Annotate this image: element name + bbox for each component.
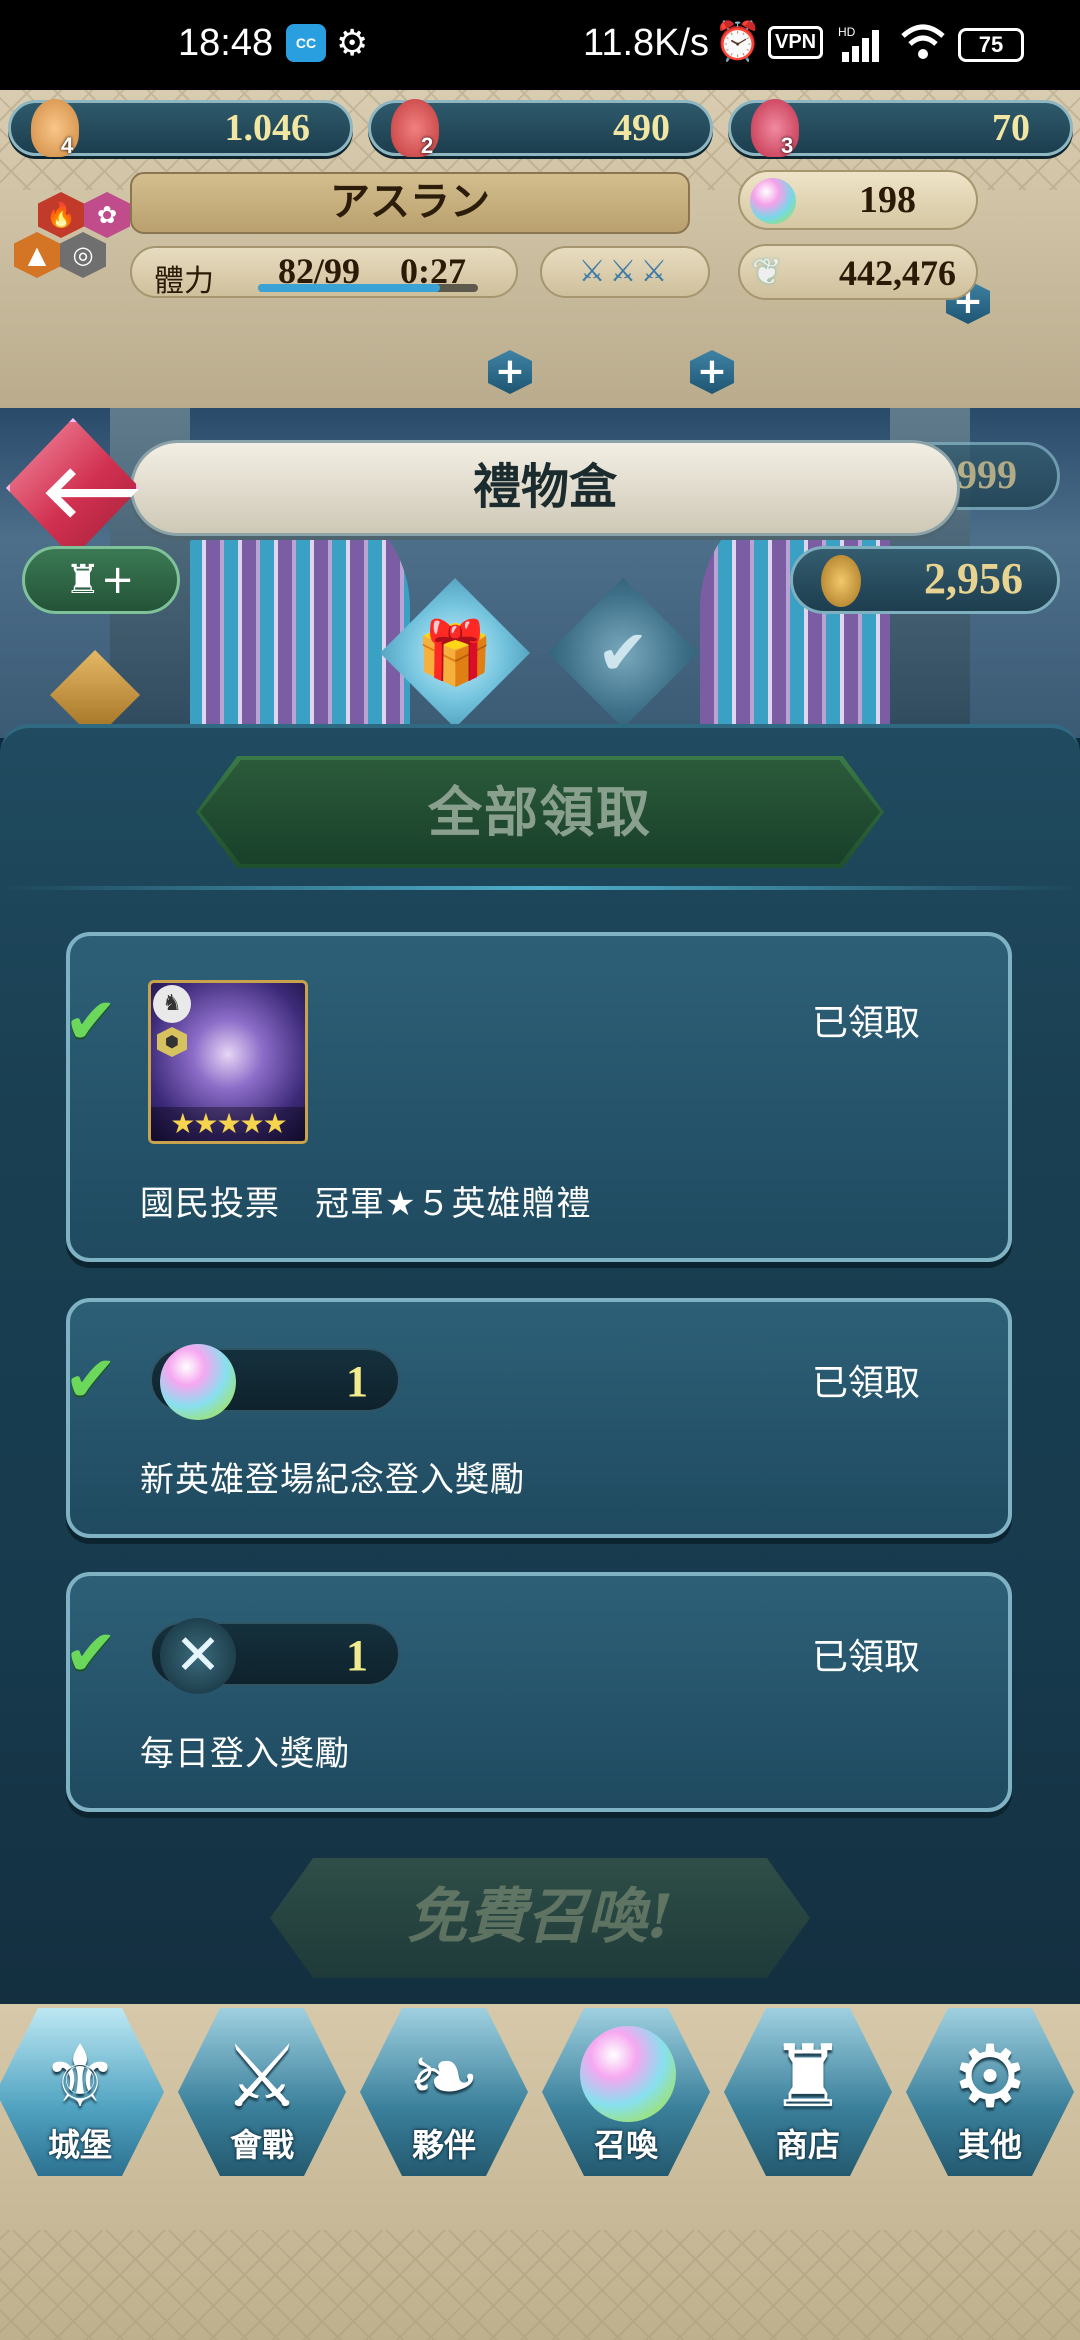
nav-castle[interactable]: ⚜ 城堡 <box>0 2008 164 2176</box>
player-name[interactable]: アスラン <box>130 172 690 234</box>
wings-icon: ❧ <box>407 2027 481 2127</box>
gift-description: 新英雄登場紀念登入獎勵 <box>140 1460 525 1500</box>
cavalry-icon: ♞ <box>153 985 191 1023</box>
nav-allies[interactable]: ❧ 夥伴 <box>360 2008 528 2176</box>
currency-value: 1.046 <box>224 107 311 149</box>
dueling-sword-icon: ✕ <box>160 1618 236 1694</box>
vpn-icon: VPN <box>768 26 824 59</box>
castle-plus-icon: ♜+ <box>65 557 135 603</box>
gift-description: 每日登入獎勵 <box>140 1734 350 1774</box>
claim-status: 已領取 <box>811 1003 920 1044</box>
alarm-icon: ⏰ <box>714 21 762 63</box>
app-notification-icon: CC <box>286 24 326 62</box>
claim-all-button[interactable]: 全部領取 <box>200 760 880 864</box>
nav-label: 其他 <box>957 2126 1022 2164</box>
medal-count: 2,956 <box>924 554 1023 603</box>
status-bar: 18:48 CC ⚙ 11.8K/s ⏰ VPN HD 75 <box>0 0 1080 90</box>
orb-counter: 198 <box>738 170 978 230</box>
reward-pill: 1 <box>150 1344 400 1420</box>
element-icons: 🔥 ✿ ▲ ◎ <box>14 192 136 292</box>
feather-count: 442,476 <box>839 253 956 293</box>
claim-status: 已領取 <box>811 1363 920 1404</box>
orb-icon <box>580 2026 676 2122</box>
currency-badge: 2 <box>421 133 434 158</box>
nav-misc[interactable]: ⚙ 其他 <box>906 2008 1074 2176</box>
crossed-swords-icon: ⚔ <box>223 2027 301 2127</box>
rarity-stars: ★★★★★ <box>151 1107 305 1141</box>
stamina-fill <box>258 284 441 292</box>
nav-shop[interactable]: ♜ 商店 <box>724 2008 892 2176</box>
currency-value: 490 <box>613 107 670 149</box>
reward-quantity: 1 <box>346 1357 368 1406</box>
feather-icon: ❦ <box>752 252 783 293</box>
hero-feather-counter: 2,956 <box>790 546 1060 614</box>
stamina-label: 體力 <box>154 264 214 299</box>
fire-element-icon: 🔥 <box>38 192 84 238</box>
battery-icon: 75 <box>958 28 1024 62</box>
medal-icon <box>821 555 861 607</box>
nav-label: 城堡 <box>47 2126 112 2164</box>
currency-pill-2[interactable]: 2 490 <box>368 99 713 158</box>
network-speed: 11.8K/s <box>583 22 710 64</box>
nav-label: 召喚 <box>593 2126 658 2164</box>
neutral-element-icon: ◎ <box>60 232 106 278</box>
settings-notification-icon: ⚙ <box>336 22 369 63</box>
checkmark-icon: ✔ <box>64 1617 118 1691</box>
castle-emblem-icon: ⚜ <box>41 2027 119 2127</box>
orb-count: 198 <box>859 179 916 221</box>
gift-card[interactable]: ✔ ✕ 1 已領取 每日登入獎勵 <box>64 1572 1012 1812</box>
currency-pill-1[interactable]: 4 1.046 <box>8 99 353 158</box>
dueling-swords-meter: ⚔⚔⚔ <box>540 246 710 298</box>
free-summon-label: 免費召喚! <box>406 1882 674 1952</box>
nav-label: 商店 <box>775 2126 840 2164</box>
back-arrow-icon: 🡐 <box>40 449 234 533</box>
dueling-sword-icon: ⚔⚔⚔ <box>578 254 672 289</box>
status-time: 18:48 <box>178 22 274 64</box>
currency-badge: 3 <box>781 133 794 158</box>
checkmark-icon: ✔ <box>64 1343 118 1417</box>
stamina-bar <box>258 284 478 292</box>
network-type: HD <box>838 25 856 39</box>
gift-box-icon: 🎁 <box>416 616 494 689</box>
gift-description: 國民投票 冠軍★５英雄贈禮 <box>140 1184 592 1224</box>
panel-divider <box>0 886 1080 890</box>
page-title: 禮物盒 <box>130 440 960 536</box>
nav-battle[interactable]: ⚔ 會戰 <box>178 2008 346 2176</box>
reward-pill: ✕ 1 <box>150 1618 400 1694</box>
nav-label: 夥伴 <box>411 2126 476 2164</box>
orb-icon <box>750 178 796 224</box>
currency-badge: 4 <box>61 133 74 158</box>
castle-level-button[interactable]: ♜+ <box>22 546 180 614</box>
currency-value: 70 <box>992 107 1030 149</box>
shop-castle-icon: ♜ <box>769 2027 847 2127</box>
signal-icon: HD <box>838 25 879 62</box>
claim-status: 已領取 <box>811 1637 920 1678</box>
nav-label: 會戰 <box>229 2126 294 2164</box>
reward-quantity: 1 <box>346 1631 368 1680</box>
currency-pill-3[interactable]: 3 70 <box>728 99 1073 158</box>
stamina-meter: 體力 82/99 0:27 <box>130 246 518 299</box>
nav-summon[interactable]: 召喚 <box>542 2008 710 2176</box>
gift-card[interactable]: ✔ ♞ ⬢ ★★★★★ 已領取 國民投票 冠軍★５英雄贈禮 <box>64 932 1012 1262</box>
hero-portrait: ♞ ⬢ ★★★★★ <box>148 980 308 1144</box>
gift-card[interactable]: ✔ 1 已領取 新英雄登場紀念登入獎勵 <box>64 1298 1012 1538</box>
orb-icon <box>160 1344 236 1420</box>
bonus-hex-icon: ⬢ <box>157 1027 187 1057</box>
wifi-icon <box>901 24 945 59</box>
nav-ornament <box>0 2230 1080 2340</box>
flower-element-icon: ✿ <box>84 192 130 238</box>
received-icon: ✔ <box>597 616 649 689</box>
feather-counter: ❦ 442,476 <box>738 244 978 300</box>
checkmark-icon: ✔ <box>64 985 118 1059</box>
gear-icon: ⚙ <box>951 2027 1029 2127</box>
